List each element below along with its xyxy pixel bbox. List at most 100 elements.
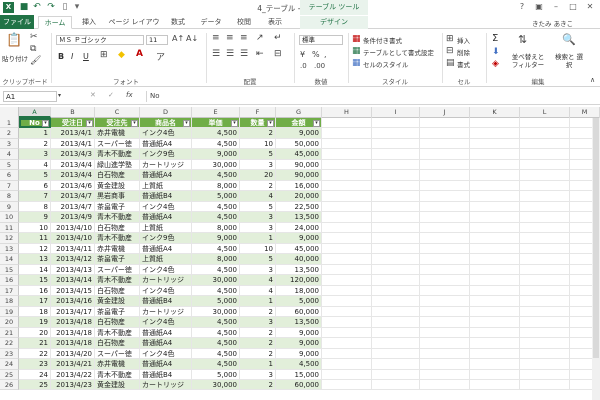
empty-cell[interactable] (322, 285, 372, 297)
table-cell[interactable]: カートリッジ (140, 306, 192, 318)
table-cell[interactable]: 40,000 (276, 254, 322, 265)
table-cell[interactable]: 15,000 (276, 369, 322, 380)
empty-cell[interactable] (322, 180, 372, 192)
empty-cell[interactable] (470, 338, 520, 349)
row-header[interactable]: 12 (0, 233, 19, 244)
table-cell[interactable]: 茶畠電子 (95, 306, 140, 318)
tab-design[interactable]: デザイン (300, 16, 368, 29)
percent-icon[interactable]: % (312, 50, 320, 59)
empty-cell[interactable] (372, 327, 420, 339)
select-all-corner[interactable] (0, 107, 19, 118)
table-cell[interactable]: 2013/4/13 (51, 264, 95, 276)
empty-cell[interactable] (520, 254, 570, 265)
empty-cell[interactable] (520, 285, 570, 297)
table-cell[interactable]: 10 (240, 138, 276, 150)
column-header-d[interactable]: D (140, 107, 192, 118)
table-cell[interactable]: 60,000 (276, 306, 322, 318)
align-left-icon[interactable]: ☰ (212, 49, 220, 59)
table-cell[interactable]: 21 (19, 338, 51, 349)
table-cell[interactable]: 5 (19, 170, 51, 181)
format-painter-icon[interactable]: 🖌 (30, 56, 41, 66)
align-right-icon[interactable]: ☰ (240, 49, 248, 59)
conditional-format-button[interactable]: 条件付き書式 (363, 35, 402, 45)
table-cell[interactable]: カートリッジ (140, 380, 192, 391)
table-cell[interactable]: 18,000 (276, 285, 322, 297)
empty-cell[interactable] (420, 369, 470, 380)
empty-cell[interactable] (322, 159, 372, 171)
table-cell[interactable]: 白石物産 (95, 317, 140, 328)
grow-font-icon[interactable]: A↑ (172, 34, 184, 43)
table-cell[interactable]: 3 (240, 369, 276, 380)
empty-cell[interactable] (520, 222, 570, 234)
empty-cell[interactable] (520, 170, 570, 181)
row-header[interactable]: 1 (0, 118, 19, 129)
tab-page-layout[interactable]: ページ レイアウト (106, 16, 162, 38)
tab-file[interactable]: ファイル (0, 15, 34, 29)
table-cell[interactable]: 2 (240, 180, 276, 192)
table-cell[interactable]: 黄金建設 (95, 296, 140, 307)
empty-cell[interactable] (420, 149, 470, 160)
empty-cell[interactable] (520, 306, 570, 318)
align-center-icon[interactable]: ☰ (226, 49, 234, 59)
empty-cell[interactable] (470, 359, 520, 370)
table-cell[interactable]: 4 (19, 159, 51, 171)
empty-cell[interactable] (520, 317, 570, 328)
table-cell[interactable]: インク4色 (140, 317, 192, 328)
table-cell[interactable]: 2013/4/18 (51, 327, 95, 339)
empty-cell[interactable] (322, 138, 372, 150)
table-cell[interactable]: 2 (240, 380, 276, 391)
empty-cell[interactable] (470, 380, 520, 391)
empty-cell[interactable] (372, 233, 420, 244)
empty-cell[interactable] (420, 138, 470, 150)
format-as-table-button[interactable]: テーブルとして書式設定 (363, 47, 434, 57)
table-header-cell[interactable]: 受注日 ▾ (51, 118, 95, 129)
empty-cell[interactable] (372, 138, 420, 150)
format-cells-button[interactable]: 書式 (457, 59, 470, 69)
table-cell[interactable]: 2 (240, 128, 276, 139)
sort-filter-button[interactable]: 並べ替えと フィルター (508, 53, 548, 69)
empty-cell[interactable] (420, 170, 470, 181)
worksheet-grid[interactable]: ABCDEFGHIJKLM 1 No ▾ 受注日 ▾ 受注先 ▾ 商品名 ▾ 単価 ▾ 数量 ▾ 金額 ▾ 2… (0, 107, 600, 400)
table-cell[interactable]: 17 (19, 296, 51, 307)
row-header[interactable]: 7 (0, 180, 19, 192)
table-cell[interactable]: インク9色 (140, 233, 192, 244)
empty-cell[interactable] (420, 338, 470, 349)
table-cell[interactable]: 30,000 (192, 306, 240, 318)
empty-cell[interactable] (520, 243, 570, 255)
table-cell[interactable]: 4,500 (192, 285, 240, 297)
phonetic-icon[interactable]: ア (156, 50, 165, 63)
empty-cell[interactable] (372, 159, 420, 171)
table-cell[interactable]: 2013/4/12 (51, 254, 95, 265)
tab-view[interactable]: 表示 (260, 16, 290, 29)
empty-cell[interactable] (372, 317, 420, 328)
row-header[interactable]: 15 (0, 264, 19, 276)
paste-button[interactable]: 貼り付け (2, 53, 28, 63)
empty-cell[interactable] (420, 275, 470, 286)
row-header[interactable]: 20 (0, 317, 19, 328)
table-cell[interactable]: 2013/4/11 (51, 243, 95, 255)
empty-cell[interactable] (520, 180, 570, 192)
empty-cell[interactable] (470, 191, 520, 202)
empty-cell[interactable] (372, 306, 420, 318)
table-cell[interactable]: スーパー徳 (95, 264, 140, 276)
table-cell[interactable]: 60,000 (276, 380, 322, 391)
table-cell[interactable]: 青木不動産 (95, 233, 140, 244)
table-header-cell[interactable]: 単価 ▾ (192, 118, 240, 129)
empty-cell[interactable] (322, 128, 372, 139)
row-header[interactable]: 16 (0, 275, 19, 286)
tab-home[interactable]: ホーム (38, 16, 72, 29)
table-cell[interactable]: 普通紙A4 (140, 212, 192, 223)
italic-button[interactable]: I (71, 52, 73, 61)
row-header[interactable]: 18 (0, 296, 19, 307)
table-cell[interactable]: 4 (240, 275, 276, 286)
restore-button[interactable]: □ (566, 1, 580, 13)
row-header[interactable]: 23 (0, 348, 19, 360)
empty-cell[interactable] (470, 138, 520, 150)
bold-button[interactable]: B (58, 52, 64, 61)
table-cell[interactable]: 24 (19, 369, 51, 380)
column-header-f[interactable]: F (240, 107, 276, 118)
empty-cell[interactable] (420, 254, 470, 265)
table-cell[interactable]: 9,000 (276, 348, 322, 360)
table-cell[interactable]: 普通紙A4 (140, 338, 192, 349)
table-cell[interactable]: 黄金建設 (95, 180, 140, 192)
